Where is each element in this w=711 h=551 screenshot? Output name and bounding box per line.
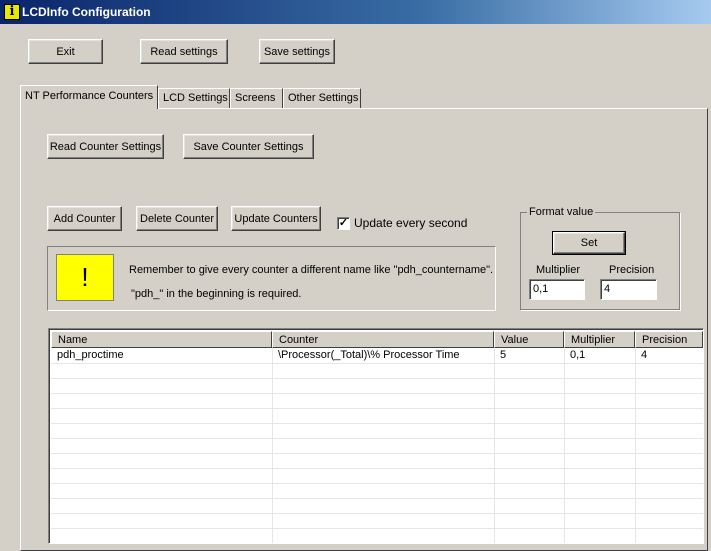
grid-line xyxy=(51,528,703,529)
exclamation-icon: ! xyxy=(56,254,114,301)
precision-label: Precision xyxy=(609,264,655,276)
multiplier-label: Multiplier xyxy=(536,264,581,276)
add-counter-button[interactable]: Add Counter xyxy=(47,206,122,231)
column-header-precision[interactable]: Precision xyxy=(635,331,703,348)
update-every-second-label: Update every second xyxy=(354,216,468,230)
grid-line xyxy=(51,498,703,499)
title-bar: i LCDInfo Configuration xyxy=(0,0,711,24)
delete-counter-button[interactable]: Delete Counter xyxy=(136,206,218,231)
cell-name: pdh_proctime xyxy=(57,349,124,361)
grid-line xyxy=(272,348,273,543)
cell-multiplier: 0,1 xyxy=(570,349,586,361)
multiplier-input[interactable]: 0,1 xyxy=(529,279,585,300)
info-i-icon: i xyxy=(4,4,20,20)
grid-line xyxy=(51,393,703,394)
exit-button[interactable]: Exit xyxy=(28,39,103,64)
read-counter-settings-button[interactable]: Read Counter Settings xyxy=(47,134,164,159)
cell-precision: 4 xyxy=(641,349,648,361)
info-line-2: "pdh_" in the beginning is required. xyxy=(131,288,302,300)
update-every-second-checkbox[interactable]: ✓ xyxy=(337,217,350,230)
precision-input[interactable]: 4 xyxy=(600,279,657,300)
set-button[interactable]: Set xyxy=(552,231,626,255)
grid-line xyxy=(51,363,703,364)
grid-line xyxy=(51,438,703,439)
tab-nt-performance-counters[interactable]: NT Performance Counters xyxy=(20,85,158,109)
column-header-value[interactable]: Value xyxy=(494,331,564,348)
grid-line xyxy=(51,468,703,469)
column-header-name[interactable]: Name xyxy=(51,331,272,348)
save-settings-button[interactable]: Save settings xyxy=(259,39,335,64)
cell-counter: \Processor(_Total)\% Processor Time xyxy=(278,349,460,361)
grid-line xyxy=(564,348,565,543)
tab-other-settings[interactable]: Other Settings xyxy=(283,88,361,108)
tab-lcd-settings[interactable]: LCD Settings xyxy=(158,88,230,108)
grid-line xyxy=(51,453,703,454)
table-row[interactable]: pdh_proctime \Processor(_Total)\% Proces… xyxy=(51,348,703,363)
counters-table[interactable]: Name Counter Value Multiplier Precision … xyxy=(48,328,704,544)
save-counter-settings-button[interactable]: Save Counter Settings xyxy=(183,134,314,159)
column-header-multiplier[interactable]: Multiplier xyxy=(564,331,635,348)
cell-value: 5 xyxy=(500,349,507,361)
format-value-label: Format value xyxy=(527,206,596,218)
info-line-1: Remember to give every counter a differe… xyxy=(129,264,494,276)
info-panel xyxy=(47,246,496,311)
grid-line xyxy=(51,408,703,409)
grid-line xyxy=(51,423,703,424)
column-header-counter[interactable]: Counter xyxy=(272,331,494,348)
grid-line xyxy=(494,348,495,543)
read-settings-button[interactable]: Read settings xyxy=(140,39,228,64)
grid-line xyxy=(51,378,703,379)
grid-line xyxy=(635,348,636,543)
update-counters-button[interactable]: Update Counters xyxy=(231,206,321,231)
grid-line xyxy=(51,513,703,514)
grid-line xyxy=(51,483,703,484)
window-title: LCDInfo Configuration xyxy=(22,5,151,19)
tab-screens[interactable]: Screens xyxy=(230,88,283,108)
